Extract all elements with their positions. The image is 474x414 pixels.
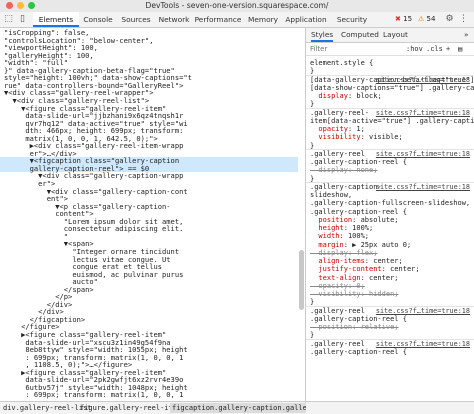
style-source-link[interactable]: site.css?f…time=true:18 (376, 76, 470, 84)
error-count: 15 (403, 15, 413, 23)
tab-network[interactable]: Network (157, 12, 191, 27)
class-toggle[interactable]: .cls (426, 44, 443, 54)
css-declaration[interactable]: display: none; (310, 166, 377, 174)
breadcrumb: div.gallery-reel-list figure.gallery-ree… (0, 401, 373, 414)
css-selector[interactable]: item[data-active="true"] .gallery-captio… (310, 117, 474, 125)
css-declaration[interactable]: position: relative; (310, 323, 398, 331)
style-source-link[interactable]: site.css?f…time=true:18 (376, 307, 470, 315)
elements-tree[interactable]: "isCropping": false, "controlsLocation": … (0, 28, 305, 401)
css-declaration[interactable]: opacity: 0; (310, 282, 364, 290)
computed-sidebar-icon[interactable]: ▤ (458, 44, 462, 54)
styles-filter-input[interactable] (310, 44, 390, 54)
style-source-link[interactable]: site.css?f…time=true:18 (376, 183, 470, 191)
css-declaration[interactable]: position: absolute; (310, 216, 398, 224)
css-declaration[interactable]: opacity: 1; (310, 125, 364, 133)
tab-console[interactable]: Console (81, 12, 115, 27)
error-counter[interactable]: ✖ 15 (395, 15, 412, 24)
css-selector[interactable]: .gallery-caption-fullscreen-slideshow, (310, 199, 470, 207)
css-selector[interactable]: element.style { (310, 59, 373, 67)
style-source-link[interactable]: site.css?f…time=true:18 (376, 109, 470, 117)
tab-computed[interactable]: Computed (341, 28, 379, 42)
tab-sources[interactable]: Sources (119, 12, 153, 27)
css-declaration[interactable]: display: flex; (310, 249, 377, 257)
styles-footer (306, 401, 474, 414)
tab-security[interactable]: Security (333, 12, 371, 27)
more-tabs-icon[interactable]: » (464, 28, 468, 42)
css-declaration[interactable]: height: 100%; (310, 224, 373, 232)
css-selector[interactable]: .gallery-reel (310, 150, 365, 158)
css-selector[interactable]: .gallery-caption- (310, 183, 382, 191)
css-selector[interactable]: } (310, 67, 314, 75)
css-declaration[interactable]: display: block; (310, 92, 381, 100)
css-selector[interactable]: } (310, 100, 314, 108)
settings-icon[interactable]: ⚙ (444, 14, 455, 24)
more-options-icon[interactable]: ⋮ (458, 14, 469, 24)
css-selector[interactable]: .gallery-caption-reel { (310, 348, 407, 356)
css-selector[interactable]: .gallery-caption-reel { (310, 315, 407, 323)
css-selector[interactable]: .gallery-reel- (310, 109, 369, 117)
tab-elements[interactable]: Elements (33, 12, 79, 27)
css-selector[interactable]: .gallery-caption-reel { (310, 158, 407, 166)
css-selector[interactable]: .gallery-reel (310, 307, 365, 315)
css-selector[interactable]: } (310, 331, 314, 339)
css-selector[interactable]: .gallery-caption-reel { (310, 208, 407, 216)
tab-layout[interactable]: Layout (383, 28, 408, 42)
tab-application[interactable]: Application (283, 12, 329, 27)
window-title: DevTools - seven-one-version.squarespace… (145, 1, 329, 10)
css-declaration[interactable]: align-items: center; (310, 257, 402, 265)
style-source-link[interactable]: site.css?f…time=true:18 (376, 340, 470, 348)
css-declaration[interactable]: visibility: hidden; (310, 290, 398, 298)
warning-counter[interactable]: ⚠ 54 (418, 15, 435, 24)
breadcrumb-item[interactable]: figure.gallery-reel-item (80, 403, 181, 413)
device-toolbar-icon[interactable]: ▯ (17, 14, 28, 24)
warning-count: 54 (426, 15, 436, 23)
dom-tree-line[interactable]: : 699px; transform: matrix(1, 0, 0, 1 (4, 391, 183, 400)
css-declaration[interactable]: margin: ▶ 25px auto 0; (310, 241, 411, 249)
css-selector[interactable]: } (310, 298, 314, 306)
inspect-element-icon[interactable]: ⬚ (3, 14, 14, 24)
elements-scrollbar[interactable] (299, 250, 304, 310)
tab-performance[interactable]: Performance (194, 12, 242, 27)
css-declaration[interactable]: text-align: center; (310, 274, 398, 282)
tab-styles[interactable]: Styles (311, 28, 334, 42)
error-icon: ✖ (395, 15, 401, 23)
css-declaration[interactable]: justify-content: center; (310, 265, 419, 273)
css-selector[interactable]: slideshow, (310, 191, 352, 199)
warning-icon: ⚠ (418, 15, 425, 23)
tab-memory[interactable]: Memory (246, 12, 280, 27)
devtools-tabbar: ⬚ ▯ Elements Console Sources Network Per… (0, 12, 474, 28)
css-selector[interactable]: [data-show-captions="true"] .gallery-cap… (310, 84, 474, 92)
add-rule-button[interactable]: + (446, 44, 450, 54)
styles-rules[interactable]: element.style {} [data-gallery-caption-be… (306, 56, 474, 401)
css-selector[interactable]: } (310, 175, 314, 183)
hover-state-toggle[interactable]: :hov (406, 44, 423, 54)
css-declaration[interactable]: width: 100%; (310, 232, 369, 240)
style-source-link[interactable]: site.css?f…time=true:18 (376, 150, 470, 158)
css-declaration[interactable]: visibility: visible; (310, 133, 402, 141)
styles-tabbar: Styles Computed Layout » (306, 28, 474, 43)
breadcrumb-item[interactable]: div.gallery-reel-list (3, 403, 92, 413)
css-selector[interactable]: .gallery-reel (310, 340, 365, 348)
css-selector[interactable]: } (310, 142, 314, 150)
styles-filter-bar: :hov .cls + ▤ (306, 43, 474, 56)
